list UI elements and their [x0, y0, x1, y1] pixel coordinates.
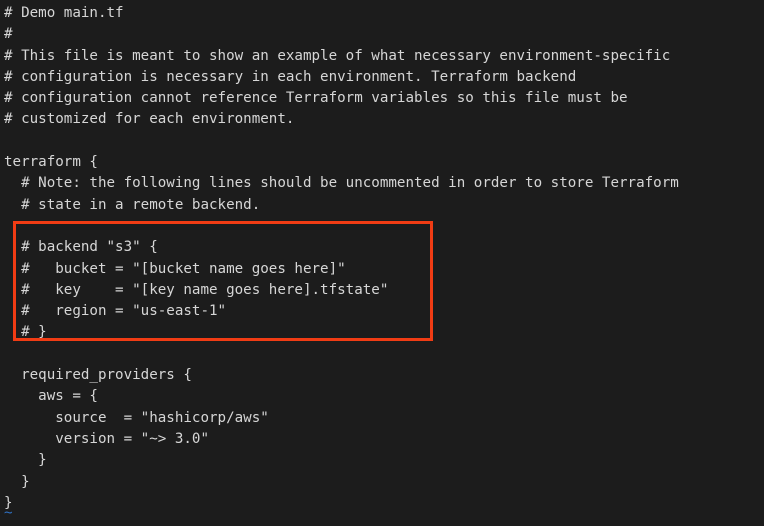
code-line: # [4, 26, 13, 43]
terminal-editor-screen[interactable]: # Demo main.tf # # This file is meant to s… [0, 0, 764, 526]
code-line: # Demo main.tf [4, 5, 124, 21]
code-line: # } [4, 324, 47, 341]
code-line: # bucket = "[bucket name goes here]" [4, 260, 346, 277]
code-line: version = "~> 3.0" [4, 430, 209, 447]
code-line: # Note: the following lines should be un… [4, 175, 679, 192]
code-line: # region = "us-east-1" [4, 303, 227, 320]
code-line: # backend "s3" { [4, 239, 158, 256]
code-line: # state in a remote backend. [4, 196, 261, 213]
code-line: terraform { [4, 154, 98, 171]
code-line: } [4, 494, 13, 511]
code-line: required_providers { [4, 367, 192, 384]
code-text-area[interactable]: # Demo main.tf # # This file is meant to s… [4, 3, 760, 514]
code-line: source = "hashicorp/aws" [4, 409, 269, 426]
code-line: # customized for each environment. [4, 111, 295, 128]
code-line: } [4, 473, 30, 490]
code-line: # This file is meant to show an example … [4, 47, 671, 64]
code-line: # configuration is necessary in each env… [4, 68, 577, 85]
code-line: aws = { [4, 388, 98, 405]
code-line: # key = "[key name goes here].tfstate" [4, 281, 389, 298]
vim-empty-line-marker: ~ [4, 505, 13, 521]
code-line: # configuration cannot reference Terrafo… [4, 90, 628, 107]
code-line: } [4, 452, 47, 469]
